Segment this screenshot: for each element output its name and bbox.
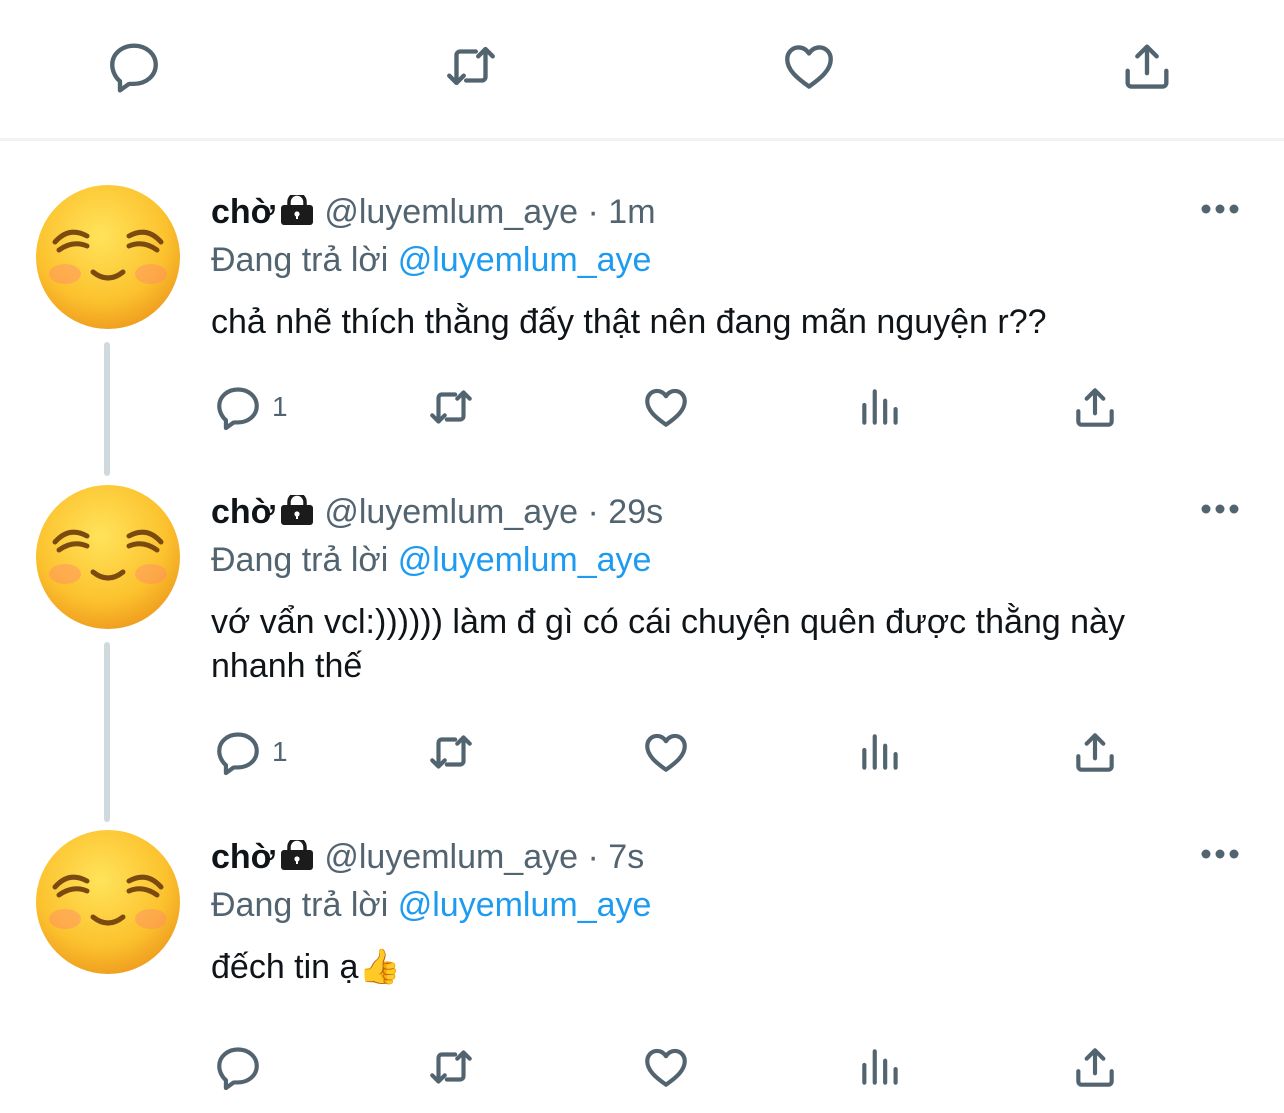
replying-to: Đang trả lời @luyemlum_aye [211,885,651,925]
comment-icon[interactable] [213,727,263,777]
display-name[interactable]: chờ [211,838,275,876]
replying-to-user-link[interactable]: @luyemlum_aye [398,241,652,279]
smiling-face-avatar-icon [36,830,180,974]
smiling-face-avatar-icon [36,185,180,329]
heart-icon[interactable] [641,1042,691,1092]
main-tweet-action-bar [0,0,1284,141]
heart-icon[interactable] [780,37,838,95]
retweet-icon[interactable] [426,382,476,432]
retweet-icon[interactable] [426,727,476,777]
replying-to: Đang trả lời @luyemlum_aye [211,240,651,280]
retweet-icon[interactable] [442,37,500,95]
heart-icon[interactable] [641,382,691,432]
replying-to-user-link[interactable]: @luyemlum_aye [398,886,652,924]
avatar[interactable] [35,184,181,330]
tweet-header: chờ @luyemlum_aye · 29s [211,492,663,532]
lock-icon [279,495,315,525]
thread-line [104,342,110,476]
timestamp[interactable]: 29s [608,493,663,531]
separator: · [587,493,599,531]
timestamp[interactable]: 1m [608,193,655,231]
avatar[interactable] [35,829,181,975]
reply-count: 1 [272,736,288,767]
analytics-icon[interactable] [856,382,906,432]
replying-to-label: Đang trả lời [211,241,389,279]
separator: · [587,193,599,231]
display-name[interactable]: chờ [211,193,275,231]
retweet-icon[interactable] [426,1042,476,1092]
share-icon[interactable] [1070,1042,1120,1092]
more-options-icon[interactable] [1200,502,1240,516]
comment-icon[interactable] [105,37,163,95]
separator: · [587,838,599,876]
smiling-face-avatar-icon [36,485,180,629]
replying-to: Đang trả lời @luyemlum_aye [211,540,651,580]
lock-icon [279,840,315,870]
tweet-text: đếch tin ạ👍 [211,948,401,986]
user-handle[interactable]: @luyemlum_aye [324,493,578,531]
share-icon[interactable] [1070,727,1120,777]
analytics-icon[interactable] [856,1042,906,1092]
tweet-text: chả nhẽ thích thằng đấy thật nên đang mã… [211,303,1047,341]
tweet-header: chờ @luyemlum_aye · 1m [211,192,656,232]
user-handle[interactable]: @luyemlum_aye [324,193,578,231]
comment-icon[interactable] [213,382,263,432]
more-options-icon[interactable] [1200,847,1240,861]
comment-icon[interactable] [213,1042,263,1092]
analytics-icon[interactable] [856,727,906,777]
thread-line [104,642,110,822]
avatar[interactable] [35,484,181,630]
replying-to-label: Đang trả lời [211,541,389,579]
more-options-icon[interactable] [1200,202,1240,216]
tweet-header: chờ @luyemlum_aye · 7s [211,837,644,877]
timestamp[interactable]: 7s [608,838,644,876]
replying-to-user-link[interactable]: @luyemlum_aye [398,541,652,579]
user-handle[interactable]: @luyemlum_aye [324,838,578,876]
tweet-text: vớ vẩn vcl:)))))) làm đ gì có cái chuyện… [211,603,1125,685]
share-icon[interactable] [1118,37,1176,95]
share-icon[interactable] [1070,382,1120,432]
replying-to-label: Đang trả lời [211,886,389,924]
heart-icon[interactable] [641,727,691,777]
display-name[interactable]: chờ [211,493,275,531]
reply-count: 1 [272,391,288,422]
lock-icon [279,195,315,225]
